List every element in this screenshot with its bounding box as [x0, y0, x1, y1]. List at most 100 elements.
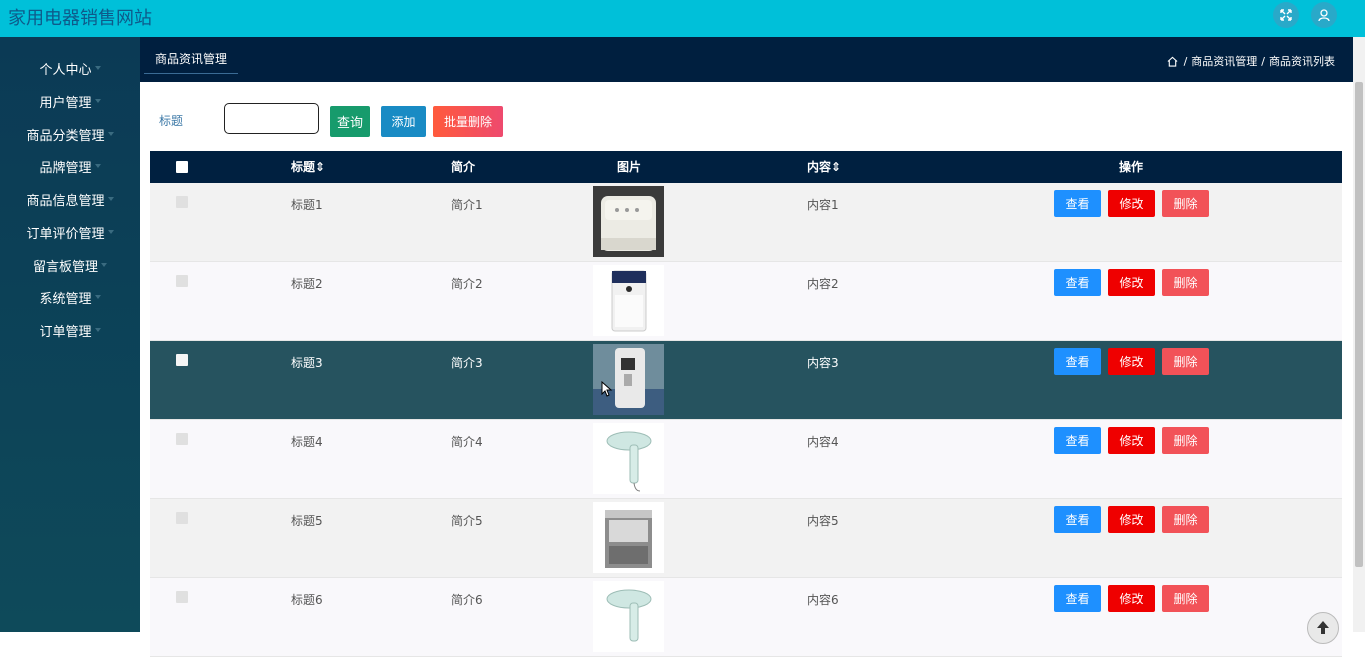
sidebar-item-label: 用户管理 [39, 95, 92, 111]
sidebar-item-product-info[interactable]: 商品信息管理 [0, 183, 140, 215]
table-header: 标题⇕ 简介 图片 内容⇕ 操作 [150, 151, 1342, 183]
chevron-down-icon [101, 263, 107, 267]
table-row: 标题6 简介6 内容6 查看 修改 删除 [150, 578, 1342, 657]
delete-button[interactable]: 删除 [1162, 506, 1209, 533]
sidebar-item-label: 商品信息管理 [26, 193, 105, 209]
table-row: 标题5 简介5 内容5 查看 修改 删除 [150, 499, 1342, 578]
row-intro: 简介3 [451, 356, 483, 370]
breadcrumb: / 商品资讯管理 / 商品资讯列表 [1167, 53, 1337, 69]
edit-button[interactable]: 修改 [1108, 585, 1155, 612]
add-button[interactable]: 添加 [381, 106, 426, 137]
row-checkbox[interactable] [176, 275, 188, 287]
row-content: 内容6 [807, 593, 839, 607]
sidebar-item-personal-center[interactable]: 个人中心 [0, 52, 140, 84]
view-button[interactable]: 查看 [1054, 585, 1101, 612]
chevron-down-icon [94, 66, 101, 70]
sidebar-item-message-board[interactable]: 留言板管理 [0, 249, 140, 281]
water-dispenser-image [593, 344, 664, 415]
chevron-down-icon [94, 164, 101, 168]
top-bar: 家用电器销售网站 [0, 0, 1365, 37]
view-button[interactable]: 查看 [1054, 190, 1101, 217]
sidebar-item-users[interactable]: 用户管理 [0, 85, 140, 117]
query-button[interactable]: 查询 [330, 106, 370, 137]
delete-button[interactable]: 删除 [1162, 427, 1209, 454]
scrollbar-thumb[interactable] [1355, 82, 1363, 567]
chevron-down-icon [107, 197, 114, 201]
column-header-intro: 简介 [451, 160, 476, 174]
sidebar-item-label: 个人中心 [39, 62, 92, 78]
dishwasher-image [593, 502, 664, 573]
product-image [593, 581, 664, 652]
user-profile-button[interactable] [1311, 2, 1337, 28]
back-to-top-button[interactable] [1307, 612, 1339, 644]
chevron-down-icon [94, 295, 101, 299]
view-button[interactable]: 查看 [1054, 269, 1101, 296]
sidebar-item-orders[interactable]: 订单管理 [0, 314, 140, 346]
view-button[interactable]: 查看 [1054, 427, 1101, 454]
table-row: 标题3 简介3 内容3 查看 修改 删除 [150, 341, 1342, 420]
edit-button[interactable]: 修改 [1108, 506, 1155, 533]
sidebar-item-order-reviews[interactable]: 订单评价管理 [0, 216, 140, 248]
delete-button[interactable]: 删除 [1162, 269, 1209, 296]
scrollbar[interactable] [1353, 37, 1365, 632]
view-button[interactable]: 查看 [1054, 506, 1101, 533]
delete-button[interactable]: 删除 [1162, 348, 1209, 375]
sidebar-item-brands[interactable]: 品牌管理 [0, 150, 140, 182]
edit-button[interactable]: 修改 [1108, 269, 1155, 296]
row-checkbox[interactable] [176, 196, 188, 208]
product-image [593, 344, 664, 415]
row-checkbox[interactable] [176, 433, 188, 445]
sidebar-item-product-categories[interactable]: 商品分类管理 [0, 118, 140, 150]
row-checkbox[interactable] [176, 512, 188, 524]
breadcrumb-item[interactable]: 商品资讯管理 [1191, 53, 1257, 69]
tab-product-news[interactable]: 商品资讯管理 [144, 49, 239, 74]
sidebar-item-label: 订单评价管理 [26, 226, 105, 242]
row-intro: 简介1 [451, 198, 483, 212]
edit-button[interactable]: 修改 [1108, 190, 1155, 217]
row-title: 标题2 [291, 277, 323, 291]
chevron-down-icon [94, 328, 101, 332]
table-row: 标题1 简介1 内容1 查看 修改 删除 [150, 183, 1342, 262]
row-content: 内容3 [807, 356, 839, 370]
column-header-content[interactable]: 内容⇕ [807, 151, 841, 183]
row-checkbox[interactable] [176, 354, 188, 366]
search-title-input[interactable] [224, 103, 319, 134]
sidebar: 个人中心 用户管理 商品分类管理 品牌管理 商品信息管理 订单评价管理 留言板管… [0, 37, 140, 632]
app-title: 家用电器销售网站 [8, 8, 152, 29]
row-title: 标题5 [291, 514, 323, 528]
product-image [593, 186, 664, 257]
user-icon [1318, 9, 1330, 22]
sort-icon: ⇕ [315, 160, 326, 174]
fullscreen-button[interactable] [1273, 2, 1299, 28]
row-content: 内容5 [807, 514, 839, 528]
row-content: 内容4 [807, 435, 839, 449]
edit-button[interactable]: 修改 [1108, 348, 1155, 375]
air-purifier-image [593, 265, 664, 336]
sort-icon: ⇕ [831, 160, 842, 174]
row-content: 内容2 [807, 277, 839, 291]
row-checkbox[interactable] [176, 591, 188, 603]
product-image [593, 502, 664, 573]
chevron-down-icon [107, 230, 114, 234]
breadcrumb-item: 商品资讯列表 [1269, 55, 1335, 68]
sidebar-item-label: 商品分类管理 [26, 128, 105, 144]
select-all-checkbox[interactable] [176, 161, 188, 173]
breadcrumb-separator: / [1261, 54, 1265, 68]
chevron-down-icon [107, 132, 114, 136]
product-image [593, 265, 664, 336]
row-intro: 简介5 [451, 514, 483, 528]
column-header-actions: 操作 [1119, 160, 1144, 174]
rice-cooker-image [593, 186, 664, 257]
table-row: 标题2 简介2 内容2 查看 修改 删除 [150, 262, 1342, 341]
sidebar-item-label: 品牌管理 [39, 160, 92, 176]
column-header-title[interactable]: 标题⇕ [291, 151, 325, 183]
view-button[interactable]: 查看 [1054, 348, 1101, 375]
delete-button[interactable]: 删除 [1162, 190, 1209, 217]
home-icon[interactable] [1167, 56, 1178, 67]
product-image [593, 423, 664, 494]
sidebar-item-system[interactable]: 系统管理 [0, 281, 140, 313]
hair-dryer-image [593, 423, 664, 494]
delete-button[interactable]: 删除 [1162, 585, 1209, 612]
edit-button[interactable]: 修改 [1108, 427, 1155, 454]
batch-delete-button[interactable]: 批量删除 [433, 106, 503, 137]
